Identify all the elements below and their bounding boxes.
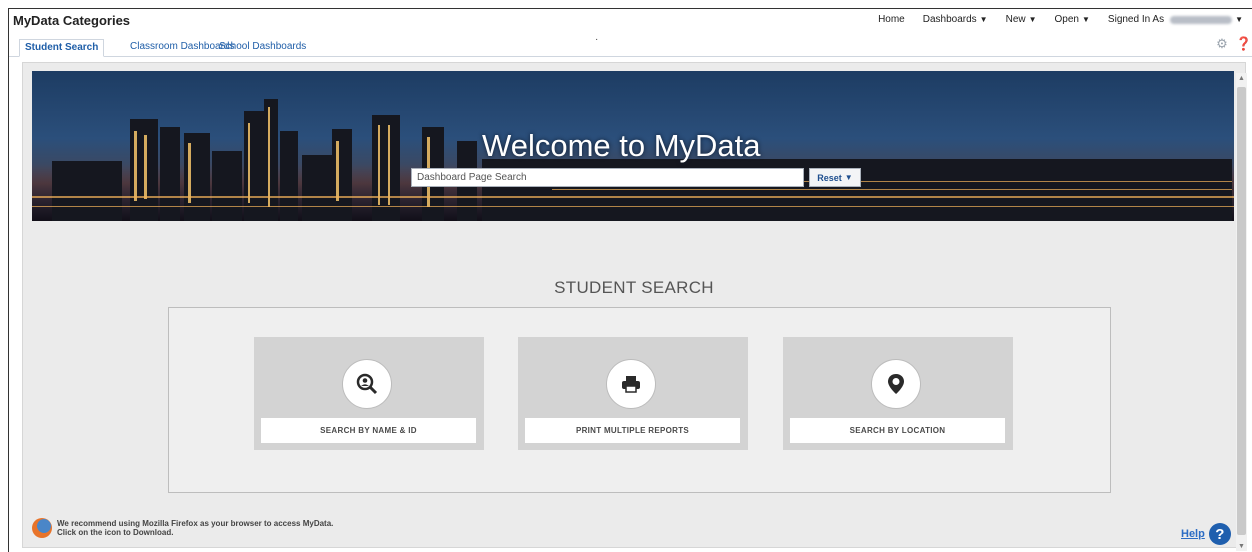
vertical-scrollbar[interactable]: ▲ ▼ — [1236, 73, 1247, 551]
caret-down-icon: ▼ — [979, 15, 988, 24]
tab-student-search[interactable]: Student Search — [19, 39, 105, 57]
reset-label: Reset — [817, 172, 842, 183]
top-bar: MyData Categories Home Dashboards ▼ New ▼ … — [9, 9, 1252, 33]
scroll-up-arrow-icon[interactable]: ▲ — [1236, 73, 1247, 83]
question-circle-icon[interactable]: ❓ — [1236, 36, 1252, 52]
tab-school-dashboards[interactable]: School Dashboards — [214, 39, 311, 57]
app-title: MyData Categories — [13, 13, 131, 28]
help-question-icon[interactable]: ? — [1208, 523, 1231, 545]
caret-down-icon: ▼ — [1028, 15, 1037, 24]
signed-in-label: Signed In As — [1107, 14, 1165, 25]
print-multiple-reports-label: PRINT MULTIPLE REPORTS — [525, 418, 740, 443]
welcome-heading: Welcome to MyData — [482, 128, 761, 163]
menu-dashboards-label: Dashboards — [922, 14, 977, 25]
search-by-location-label: SEARCH BY LOCATION — [790, 418, 1005, 443]
menu-new-label: New — [1005, 14, 1026, 25]
help-area: Help ? — [1181, 523, 1231, 545]
gear-icon[interactable]: ⚙ — [1216, 36, 1228, 52]
help-link[interactable]: Help — [1181, 528, 1205, 540]
recommendation-line-2: Click on the icon to Download. — [57, 528, 174, 537]
app-window: MyData Categories Home Dashboards ▼ New ▼ … — [8, 8, 1252, 552]
scroll-down-arrow-icon[interactable]: ▼ — [1236, 541, 1247, 551]
welcome-banner: Welcome to MyData Reset ▼ — [32, 71, 1234, 221]
redacted-username — [1170, 15, 1233, 24]
menu-home[interactable]: Home — [869, 14, 914, 25]
search-by-location-card[interactable]: SEARCH BY LOCATION — [783, 337, 1013, 450]
caret-down-icon: ▼ — [1082, 15, 1090, 24]
browser-recommendation: We recommend using Mozilla Firefox as yo… — [32, 518, 333, 538]
menu-open[interactable]: Open ▼ — [1046, 14, 1099, 25]
caret-down-icon: ▼ — [1235, 15, 1243, 24]
student-search-title: STUDENT SEARCH — [554, 278, 714, 297]
dashboard-page-search-input[interactable] — [411, 168, 804, 187]
menu-dashboards[interactable]: Dashboards ▼ — [914, 14, 997, 25]
menu-new[interactable]: New ▼ — [997, 14, 1046, 25]
menu-open-label: Open — [1054, 14, 1079, 25]
scroll-thumb[interactable] — [1237, 87, 1246, 535]
search-by-name-card[interactable]: SEARCH BY NAME & ID — [254, 337, 484, 450]
dashboard-content: Welcome to MyData Reset ▼ STUDENT SEARCH — [22, 62, 1246, 548]
print-multiple-reports-card[interactable]: PRINT MULTIPLE REPORTS — [518, 337, 748, 450]
firefox-logo-icon[interactable] — [32, 518, 52, 538]
map-pin-icon — [871, 359, 921, 409]
search-by-name-label: SEARCH BY NAME & ID — [261, 418, 476, 443]
student-search-panel: SEARCH BY NAME & ID PRINT MULTIPLE REPOR… — [168, 307, 1111, 493]
top-menu: Home Dashboards ▼ New ▼ Open ▼ Signed In As… — [869, 14, 1252, 25]
tab-bar: Student Search Classroom Dashboards Scho… — [9, 37, 1252, 57]
reset-button[interactable]: Reset ▼ — [809, 168, 861, 187]
menu-signed-in[interactable]: Signed In As ▼ — [1099, 14, 1252, 25]
recommendation-line-1: We recommend using Mozilla Firefox as yo… — [57, 519, 334, 528]
page-tools: ⚙ ❓ — [1216, 36, 1252, 52]
printer-icon — [606, 359, 656, 409]
menu-home-label: Home — [878, 14, 905, 25]
caret-down-icon: ▼ — [844, 173, 853, 182]
magnifier-person-icon — [342, 359, 392, 409]
recommendation-text: We recommend using Mozilla Firefox as yo… — [57, 519, 333, 537]
